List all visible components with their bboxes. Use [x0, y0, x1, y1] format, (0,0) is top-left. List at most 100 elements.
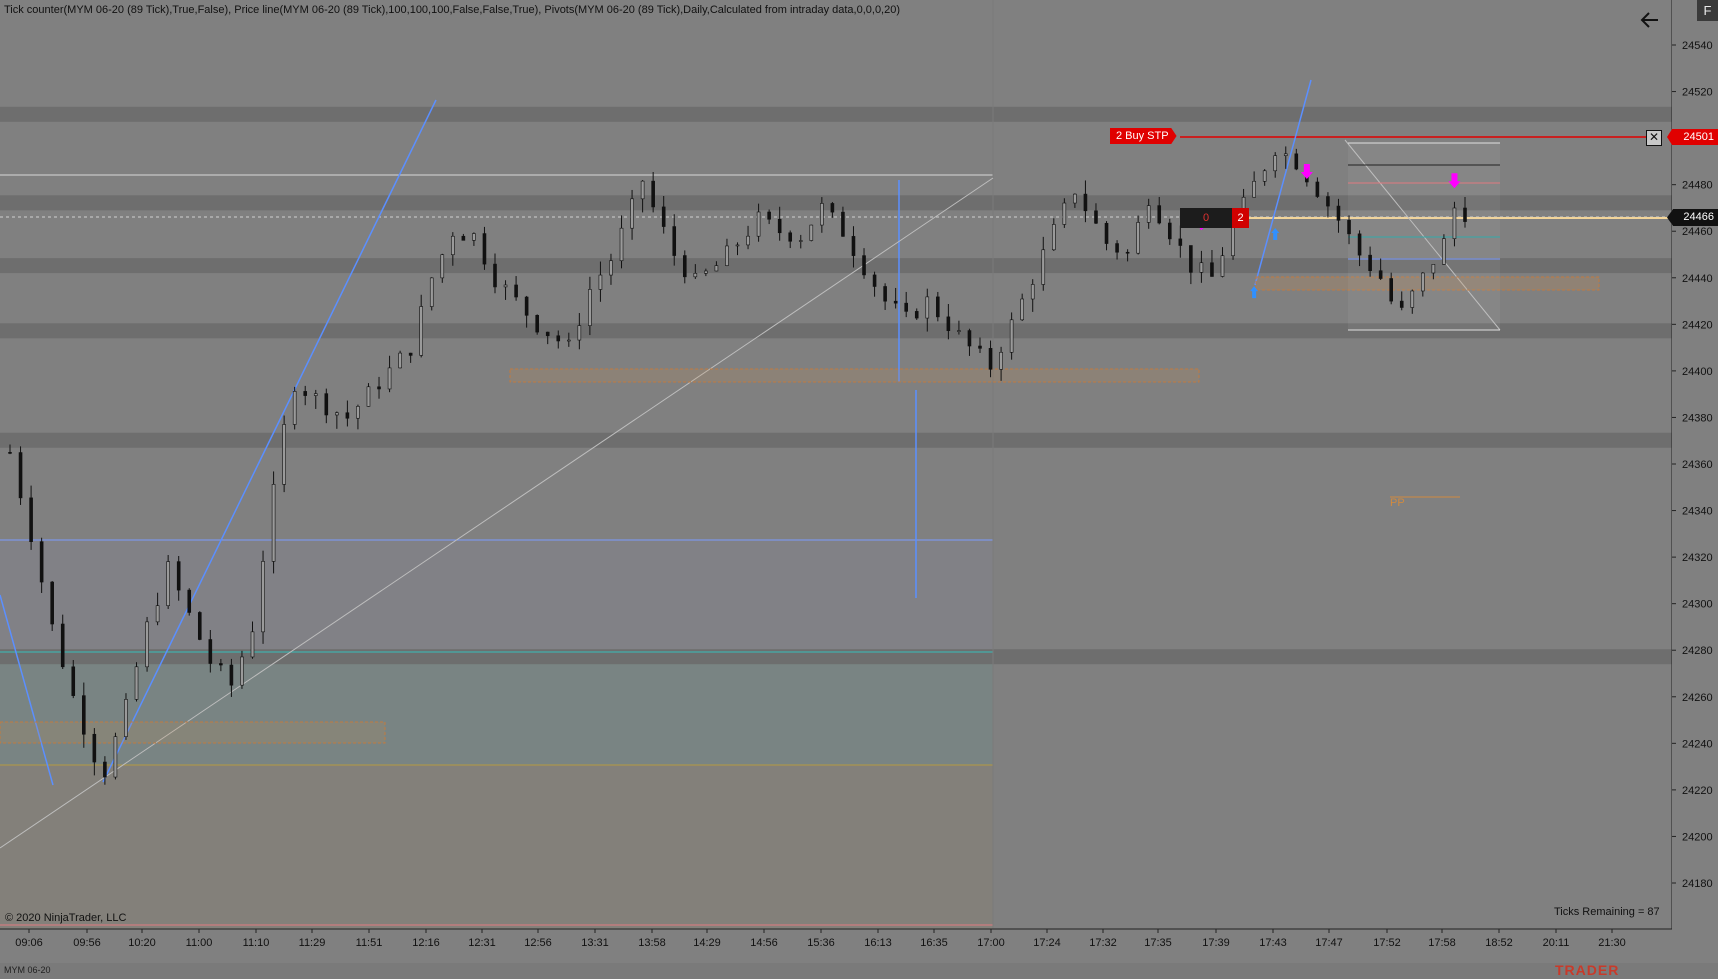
- candle-body: [187, 589, 192, 613]
- buy-stop-order-button[interactable]: 2 Buy STP: [1110, 128, 1177, 144]
- candle-body: [208, 639, 213, 664]
- y-tick-label: 24520: [1682, 87, 1713, 99]
- candle-body: [124, 699, 128, 737]
- candle-body: [377, 386, 381, 390]
- candle-body: [335, 412, 339, 416]
- candle-body: [229, 664, 234, 686]
- candle-body: [619, 227, 624, 262]
- y-tick-label: 24540: [1682, 40, 1713, 52]
- candle-body: [946, 316, 951, 331]
- candle-body: [1431, 264, 1436, 274]
- candle-body: [914, 311, 919, 319]
- y-tick-label: 24260: [1682, 692, 1713, 704]
- candle-body: [598, 274, 603, 290]
- candle-body: [113, 736, 118, 778]
- candle-body: [313, 393, 318, 396]
- candle-body: [356, 406, 360, 419]
- candle-body: [588, 289, 592, 326]
- y-tick-label: 24460: [1682, 226, 1713, 238]
- candle-body: [1399, 300, 1404, 308]
- candle-body: [1231, 223, 1235, 257]
- sell-signal-arrow: [1300, 163, 1313, 179]
- candle-body: [408, 352, 413, 356]
- price-chart[interactable]: 2454024520245002448024460244402442024400…: [0, 0, 1718, 979]
- candle-body: [1452, 207, 1457, 239]
- candle-body: [261, 561, 265, 633]
- candle-body: [1220, 255, 1225, 277]
- back-arrow-icon[interactable]: [1638, 8, 1662, 32]
- candle-body: [1347, 220, 1351, 235]
- candle-body: [1125, 251, 1130, 254]
- candle-body: [39, 541, 44, 583]
- candle-body: [60, 623, 65, 668]
- x-tick-label: 09:56: [73, 937, 101, 949]
- x-tick-label: 16:35: [920, 937, 948, 949]
- y-tick-label: 24400: [1682, 366, 1713, 378]
- candle-body: [704, 270, 708, 274]
- candle-body: [1073, 193, 1077, 204]
- candle-body: [1115, 243, 1119, 253]
- candle-body: [50, 581, 54, 625]
- y-tick-label: 24180: [1682, 878, 1713, 890]
- candle-body: [419, 306, 423, 356]
- candle-body: [714, 265, 719, 272]
- candle-body: [809, 224, 814, 241]
- candle-body: [788, 232, 793, 242]
- f-button[interactable]: F: [1697, 0, 1718, 21]
- candle-body: [71, 666, 76, 696]
- chart-window[interactable]: 2454024520245002448024460244402442024400…: [0, 0, 1718, 979]
- y-tick-label: 24420: [1682, 319, 1713, 331]
- close-x-icon[interactable]: ✕: [1646, 130, 1662, 146]
- copyright-text: © 2020 NinjaTrader, LLC: [5, 912, 127, 924]
- candle-body: [472, 233, 476, 241]
- candle-body: [514, 284, 518, 298]
- candle-body: [567, 339, 571, 342]
- candle-body: [440, 254, 445, 279]
- x-tick-label: 18:52: [1485, 937, 1513, 949]
- candle-body: [1252, 180, 1256, 198]
- candle-body: [82, 695, 86, 735]
- buy-stop-price-tag: 24501: [1667, 129, 1718, 145]
- candle-body: [1357, 233, 1362, 256]
- candle-body: [862, 255, 866, 276]
- candle-body: [250, 631, 255, 658]
- candle-body: [1062, 202, 1067, 225]
- candle-body: [1421, 272, 1425, 292]
- candle-body: [1199, 262, 1204, 273]
- x-tick-label: 15:36: [807, 937, 835, 949]
- shade-zone-blue: [0, 540, 993, 650]
- candle-body: [978, 345, 982, 349]
- x-tick-label: 17:47: [1315, 937, 1343, 949]
- candle-body: [777, 218, 782, 234]
- candle-body: [345, 412, 350, 419]
- pivot-label: PP: [1390, 497, 1405, 509]
- candle-body: [1210, 262, 1214, 277]
- candle-body: [988, 348, 993, 370]
- candle-body: [1326, 196, 1330, 207]
- candle-body: [767, 211, 771, 220]
- candle-body: [1294, 153, 1299, 170]
- candle-body: [904, 302, 908, 312]
- candle-body: [29, 497, 33, 542]
- candle-body: [1442, 238, 1446, 265]
- brand-logo: TRADER: [1555, 962, 1620, 978]
- position-qty-button[interactable]: 2: [1232, 208, 1249, 228]
- indicator-list-label: Tick counter(MYM 06-20 (89 Tick),True,Fa…: [4, 4, 901, 16]
- candle-body: [798, 240, 803, 242]
- ticks-remaining: Ticks Remaining = 87: [1554, 906, 1660, 918]
- candle-body: [609, 260, 613, 276]
- candle-body: [1094, 210, 1098, 224]
- candle-body: [661, 206, 666, 227]
- sr-band: [0, 432, 1672, 448]
- candle-body: [1463, 207, 1467, 222]
- candle-body: [725, 245, 729, 266]
- candle-body: [92, 733, 97, 763]
- candle-body: [524, 296, 529, 316]
- candle-body: [851, 236, 856, 256]
- candle-body: [545, 331, 550, 337]
- x-tick-label: 17:58: [1428, 937, 1456, 949]
- y-tick-label: 24360: [1682, 459, 1713, 471]
- x-tick-label: 17:35: [1144, 937, 1172, 949]
- candle-body: [1368, 254, 1372, 271]
- candle-body: [176, 561, 181, 591]
